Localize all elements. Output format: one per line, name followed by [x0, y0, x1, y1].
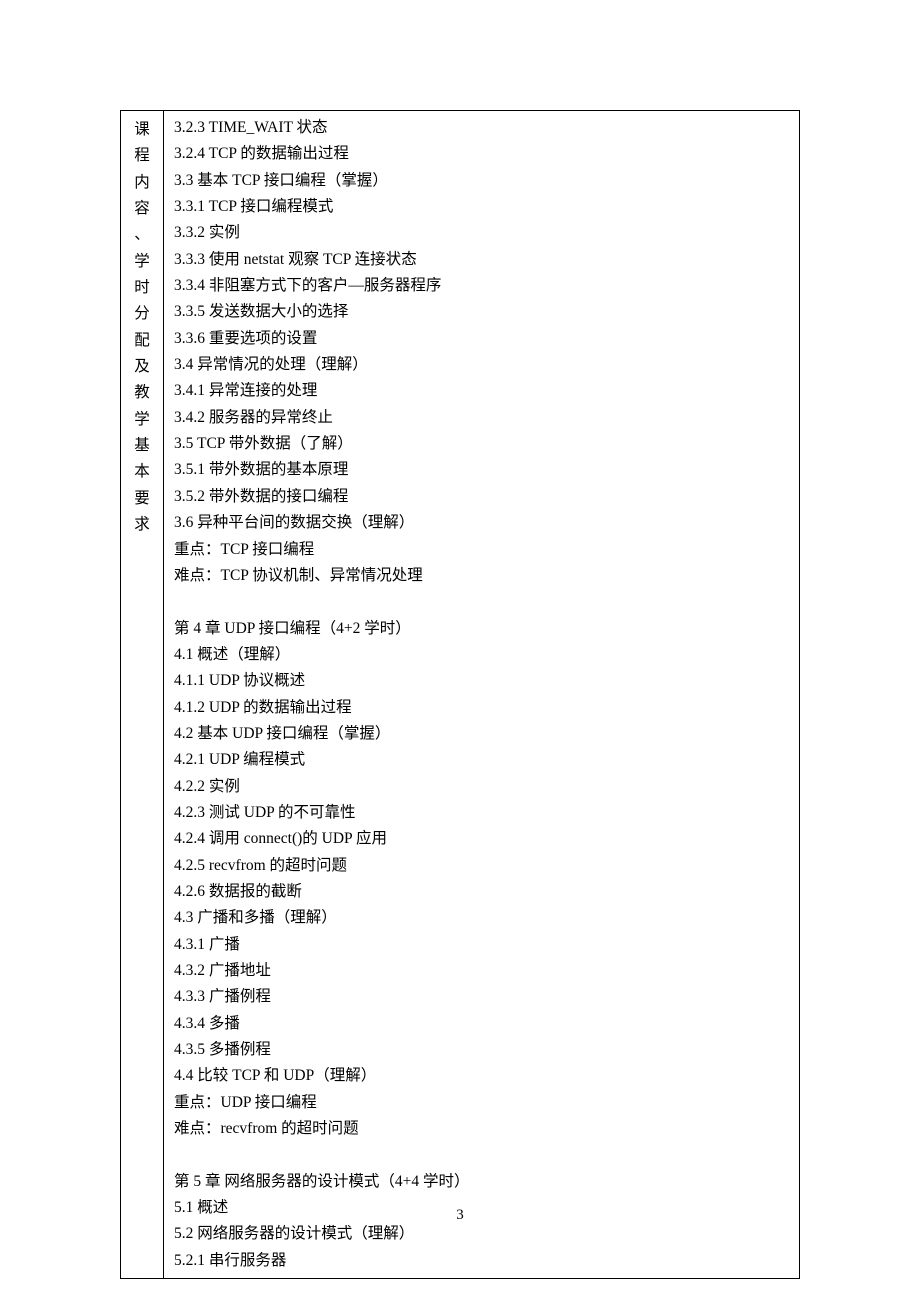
content-line: 3.5.2 带外数据的接口编程	[174, 484, 789, 510]
content-line: 4.3.4 多播	[174, 1011, 789, 1037]
label-char: 分	[123, 301, 161, 327]
label-char: 学	[123, 407, 161, 433]
content-line: 4.3.3 广播例程	[174, 984, 789, 1010]
content-line: 3.3.5 发送数据大小的选择	[174, 299, 789, 325]
label-char: 本	[123, 459, 161, 485]
content-line: 3.6 异种平台间的数据交换（理解）	[174, 510, 789, 536]
content-line: 难点：recvfrom 的超时问题	[174, 1116, 789, 1142]
content-line: 4.3.2 广播地址	[174, 958, 789, 984]
content-cell: 3.2.3 TIME_WAIT 状态3.2.4 TCP 的数据输出过程3.3 基…	[164, 111, 800, 1279]
content-line: 4.2.4 调用 connect()的 UDP 应用	[174, 826, 789, 852]
label-char: 学	[123, 249, 161, 275]
content-line: 3.4.2 服务器的异常终止	[174, 405, 789, 431]
document-page: 课程内容、学时分配及教学基本要求 3.2.3 TIME_WAIT 状态3.2.4…	[0, 0, 920, 1302]
content-line: 重点：UDP 接口编程	[174, 1090, 789, 1116]
row-label-text: 课程内容、学时分配及教学基本要求	[123, 117, 161, 539]
content-line: 4.2 基本 UDP 接口编程（掌握）	[174, 721, 789, 747]
content-line: 4.3 广播和多播（理解）	[174, 905, 789, 931]
label-char: 容	[123, 196, 161, 222]
content-line: 4.3.1 广播	[174, 932, 789, 958]
label-char: 求	[123, 512, 161, 538]
label-char: 配	[123, 328, 161, 354]
label-char: 时	[123, 275, 161, 301]
content-line: 4.2.2 实例	[174, 774, 789, 800]
content-line: 3.5.1 带外数据的基本原理	[174, 457, 789, 483]
content-line: 4.1.1 UDP 协议概述	[174, 668, 789, 694]
content-line: 4.3.5 多播例程	[174, 1037, 789, 1063]
label-char: 基	[123, 433, 161, 459]
page-number: 3	[0, 1203, 920, 1229]
label-char: 程	[123, 143, 161, 169]
content-line: 3.4 异常情况的处理（理解）	[174, 352, 789, 378]
content-line: 重点：TCP 接口编程	[174, 537, 789, 563]
content-line: 3.3.3 使用 netstat 观察 TCP 连接状态	[174, 247, 789, 273]
content-line: 3.2.3 TIME_WAIT 状态	[174, 115, 789, 141]
content-line	[174, 1142, 789, 1168]
content-line: 第 4 章 UDP 接口编程（4+2 学时）	[174, 616, 789, 642]
content-line: 3.3.1 TCP 接口编程模式	[174, 194, 789, 220]
label-char: 、	[123, 222, 161, 248]
content-line: 4.2.6 数据报的截断	[174, 879, 789, 905]
label-char: 课	[123, 117, 161, 143]
content-line: 3.3.4 非阻塞方式下的客户—服务器程序	[174, 273, 789, 299]
syllabus-table: 课程内容、学时分配及教学基本要求 3.2.3 TIME_WAIT 状态3.2.4…	[120, 110, 800, 1279]
content-line: 4.2.1 UDP 编程模式	[174, 747, 789, 773]
content-lines: 3.2.3 TIME_WAIT 状态3.2.4 TCP 的数据输出过程3.3 基…	[174, 115, 789, 1274]
content-line: 4.1 概述（理解）	[174, 642, 789, 668]
content-line: 4.4 比较 TCP 和 UDP（理解）	[174, 1063, 789, 1089]
content-line: 4.1.2 UDP 的数据输出过程	[174, 695, 789, 721]
content-line: 3.2.4 TCP 的数据输出过程	[174, 141, 789, 167]
label-char: 要	[123, 486, 161, 512]
content-line: 3.5 TCP 带外数据（了解）	[174, 431, 789, 457]
label-char: 教	[123, 380, 161, 406]
content-line: 第 5 章 网络服务器的设计模式（4+4 学时）	[174, 1169, 789, 1195]
label-char: 内	[123, 170, 161, 196]
content-line: 3.4.1 异常连接的处理	[174, 378, 789, 404]
row-label-cell: 课程内容、学时分配及教学基本要求	[121, 111, 164, 1279]
content-line: 4.2.3 测试 UDP 的不可靠性	[174, 800, 789, 826]
content-line: 4.2.5 recvfrom 的超时问题	[174, 853, 789, 879]
content-line: 3.3.2 实例	[174, 220, 789, 246]
content-line: 5.2.1 串行服务器	[174, 1248, 789, 1274]
label-char: 及	[123, 354, 161, 380]
content-line: 难点：TCP 协议机制、异常情况处理	[174, 563, 789, 589]
content-line: 3.3 基本 TCP 接口编程（掌握）	[174, 168, 789, 194]
content-line: 3.3.6 重要选项的设置	[174, 326, 789, 352]
content-line	[174, 589, 789, 615]
